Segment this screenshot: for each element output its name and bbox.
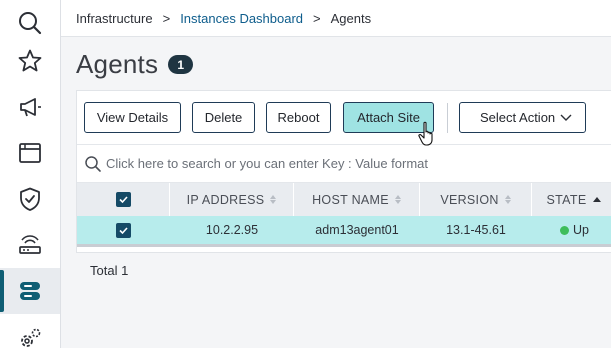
cell-host-name: adm13agent01 <box>315 223 399 237</box>
sort-icon <box>270 195 277 204</box>
sort-ascending-icon <box>593 197 602 202</box>
breadcrumb: Infrastructure > Instances Dashboard > A… <box>61 0 611 37</box>
column-ip-address-label: IP ADDRESS <box>186 192 265 207</box>
select-all-checkbox[interactable] <box>115 192 131 207</box>
sidebar-item-settings[interactable] <box>0 316 60 348</box>
breadcrumb-current: Agents <box>330 10 372 26</box>
sidebar-item-network[interactable] <box>0 222 60 268</box>
checkmark-icon <box>119 226 128 234</box>
search-input[interactable] <box>106 156 526 171</box>
view-details-button[interactable]: View Details <box>84 102 181 133</box>
column-ip-address[interactable]: IP ADDRESS <box>170 183 294 216</box>
chevron-down-icon <box>560 114 572 121</box>
settings-icon <box>21 328 41 347</box>
table-row[interactable]: 10.2.2.95 adm13agent01 13.1-45.61 Up <box>77 216 611 247</box>
cell-ip-address: 10.2.2.95 <box>205 223 259 237</box>
row-select-cell <box>77 216 170 244</box>
star-icon <box>18 49 42 72</box>
row-checkbox[interactable] <box>116 222 131 238</box>
megaphone-icon <box>20 98 41 117</box>
total-count: Total 1 <box>90 263 129 278</box>
breadcrumb-separator: > <box>162 10 171 26</box>
column-host-name-label: HOST NAME <box>312 192 389 207</box>
sidebar-item-favorites[interactable] <box>0 38 60 84</box>
select-all-cell <box>77 183 170 216</box>
sort-icon <box>504 195 511 204</box>
window-icon <box>19 143 41 163</box>
sidebar-item-security[interactable] <box>0 176 60 222</box>
sidebar-nav <box>0 0 61 348</box>
breadcrumb-separator: > <box>313 10 321 26</box>
status-up-icon <box>560 225 569 235</box>
page-title: Agents <box>76 49 159 79</box>
agents-panel: View Details Delete Reboot Attach Site S… <box>76 90 611 260</box>
sidebar-item-announcements[interactable] <box>0 84 60 130</box>
sidebar-item-infrastructure[interactable] <box>0 268 60 314</box>
cell-state-label: Up <box>573 223 589 237</box>
title-row: Agents 1 <box>76 49 194 80</box>
column-state-label: STATE <box>546 192 587 207</box>
sort-icon <box>394 195 401 204</box>
table-header: IP ADDRESS HOST NAME VERSION STATE <box>77 183 611 216</box>
toolbar-divider <box>447 103 448 133</box>
search-bar <box>77 144 611 183</box>
search-icon <box>85 155 101 172</box>
checkmark-icon <box>118 196 128 204</box>
select-action-dropdown[interactable]: Select Action <box>459 102 586 133</box>
cell-state: Up <box>532 216 611 244</box>
column-state[interactable]: STATE <box>532 183 611 216</box>
column-version-label: VERSION <box>440 192 499 207</box>
sidebar-item-applications[interactable] <box>0 130 60 176</box>
select-action-label: Select Action <box>480 110 556 125</box>
table-footer: Total 1 <box>76 252 611 288</box>
breadcrumb-instances-dashboard[interactable]: Instances Dashboard <box>180 11 303 26</box>
network-icon <box>19 235 41 254</box>
cell-version: 13.1-45.61 <box>446 223 506 237</box>
column-version[interactable]: VERSION <box>420 183 532 216</box>
breadcrumb-infrastructure[interactable]: Infrastructure <box>76 11 153 26</box>
delete-button[interactable]: Delete <box>192 102 255 133</box>
reboot-button[interactable]: Reboot <box>266 102 331 133</box>
hand-cursor-icon <box>418 121 433 146</box>
column-host-name[interactable]: HOST NAME <box>294 183 420 216</box>
infrastructure-icon <box>20 282 40 300</box>
shield-check-icon <box>20 187 40 211</box>
toolbar: View Details Delete Reboot Attach Site S… <box>77 91 611 144</box>
count-badge: 1 <box>168 55 194 74</box>
search-icon <box>19 12 42 35</box>
